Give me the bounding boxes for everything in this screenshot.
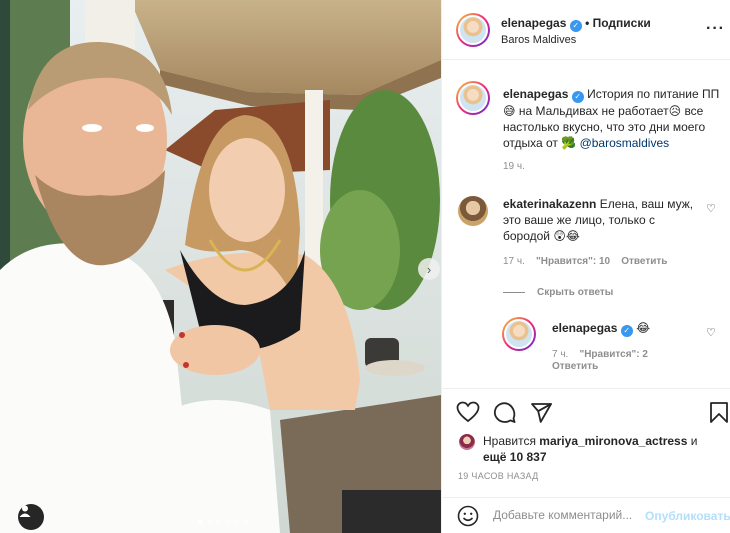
replies-divider	[503, 292, 525, 293]
reply-likes[interactable]: "Нравится": 2	[579, 349, 648, 360]
caption-emoji: 😅	[503, 104, 516, 118]
reply-avatar[interactable]	[502, 317, 536, 351]
carousel-dot	[216, 520, 221, 525]
carousel-next-button[interactable]: ›	[418, 258, 440, 280]
carousel-dot	[198, 520, 203, 525]
publish-comment-button[interactable]: Опубликовать	[645, 509, 730, 523]
post-location[interactable]: Baros Maldives	[501, 34, 576, 46]
caption-time[interactable]: 19 ч.	[503, 161, 525, 172]
save-bookmark-icon[interactable]	[709, 401, 729, 428]
likes-summary: Нравится mariya_mironova_actress и ещё 1…	[483, 433, 697, 465]
hide-replies-button[interactable]: Скрыть ответы	[503, 287, 613, 298]
comment-emoji: 😲😂	[553, 229, 580, 243]
header-separator: •	[585, 16, 590, 30]
like-heart-icon[interactable]	[456, 401, 480, 426]
comment-bubble-icon[interactable]	[493, 401, 517, 428]
likes-prefix: Нравится	[483, 434, 536, 448]
author-username[interactable]: elenapegas	[501, 16, 566, 30]
post-actions: Нравится mariya_mironova_actress и ещё 1…	[442, 388, 730, 533]
add-comment-input[interactable]	[493, 508, 643, 522]
verified-badge-icon: ✓	[620, 325, 633, 337]
more-options-icon[interactable]: ···	[706, 20, 725, 38]
liker-avatar[interactable]	[459, 434, 475, 450]
user-tag-icon[interactable]	[18, 504, 44, 530]
photo-illustration	[0, 0, 441, 533]
reply-username[interactable]: elenapegas	[552, 321, 617, 335]
caption-mention[interactable]: @barosmaldives	[580, 136, 670, 150]
verified-badge-icon: ✓	[571, 91, 584, 103]
carousel-dot	[207, 520, 212, 525]
post-photo[interactable]: ›	[0, 0, 441, 533]
add-comment-bar: Опубликовать	[442, 497, 730, 533]
caption-text: на Мальдивах не работает	[518, 104, 669, 118]
like-reply-heart-icon[interactable]: ♡	[706, 326, 716, 339]
caption-avatar[interactable]	[456, 81, 490, 115]
post-side-panel: elenapegas ✓ • Подписки Baros Maldives ·…	[441, 0, 730, 533]
liker-username[interactable]: mariya_mironova_actress	[539, 434, 687, 448]
likes-count-button[interactable]: ещё 10 837	[483, 450, 547, 464]
comment-time[interactable]: 17 ч.	[503, 256, 525, 267]
emoji-picker-icon[interactable]	[457, 505, 479, 530]
caption-emoji: 🥦	[561, 136, 577, 150]
reply-reply-button[interactable]: Ответить	[552, 361, 598, 372]
comments-list[interactable]: elenapegas ✓ История по питание ПП 😅 на М…	[442, 61, 730, 387]
author-avatar[interactable]	[456, 13, 490, 47]
likes-conjunction: и	[690, 434, 698, 448]
carousel-indicator	[198, 520, 248, 525]
like-comment-heart-icon[interactable]: ♡	[706, 202, 716, 215]
verified-badge-icon: ✓	[569, 20, 582, 32]
carousel-dot	[225, 520, 230, 525]
post-date[interactable]: 19 ЧАСОВ НАЗАД	[458, 471, 539, 481]
share-direct-icon[interactable]	[529, 401, 553, 428]
comment-likes[interactable]: "Нравится": 10	[536, 256, 610, 267]
caption-text: История по питание ПП	[587, 87, 720, 101]
caption-emoji: 😥	[668, 104, 682, 118]
reply-time[interactable]: 7 ч.	[552, 349, 568, 360]
hide-replies-label: Скрыть ответы	[537, 287, 614, 298]
commenter-username[interactable]: ekaterinakazenn	[503, 197, 596, 211]
reply-emoji: 😂	[636, 321, 651, 335]
following-button[interactable]: Подписки	[593, 16, 651, 30]
caption-username[interactable]: elenapegas	[503, 87, 568, 101]
carousel-dot	[243, 520, 248, 525]
carousel-dot	[234, 520, 239, 525]
post-header: elenapegas ✓ • Подписки Baros Maldives ·…	[442, 0, 730, 60]
commenter-avatar[interactable]	[458, 196, 488, 226]
comment-reply-button[interactable]: Ответить	[621, 256, 667, 267]
